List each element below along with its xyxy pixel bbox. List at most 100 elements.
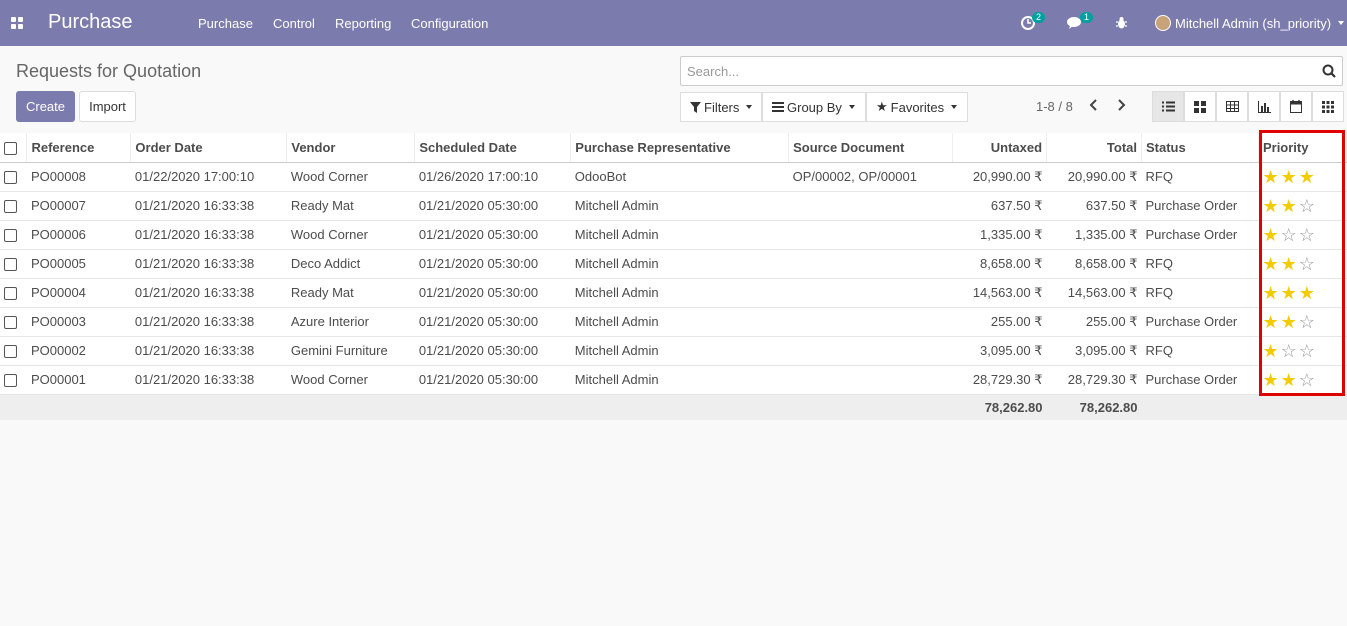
grid-view-button[interactable] (1312, 91, 1344, 122)
pivot-view-button[interactable] (1216, 91, 1248, 122)
column-source-document[interactable]: Source Document (788, 133, 954, 163)
messages-button[interactable]: 1 (1067, 12, 1097, 33)
menu-configuration[interactable]: Configuration (411, 16, 488, 31)
chevron-down-icon (951, 105, 958, 109)
priority-star-filled-icon[interactable]: ★ (1299, 167, 1315, 187)
chevron-right-icon[interactable] (1114, 97, 1128, 113)
table-row[interactable]: PO00006 01/21/2020 16:33:38 Wood Corner 01/… (0, 220, 1347, 250)
row-checkbox[interactable] (4, 316, 17, 330)
row-checkbox[interactable] (4, 345, 17, 359)
row-checkbox[interactable] (4, 229, 17, 243)
column-vendor[interactable]: Vendor (286, 133, 416, 163)
row-select-cell (0, 365, 27, 395)
priority-star-empty-icon[interactable]: ☆ (1299, 196, 1315, 216)
priority-star-filled-icon[interactable]: ★ (1281, 283, 1297, 303)
column-status[interactable]: Status (1141, 133, 1259, 163)
priority-star-filled-icon[interactable]: ★ (1281, 370, 1297, 390)
search-input[interactable] (681, 57, 1301, 85)
row-select-cell (0, 307, 27, 337)
priority-star-filled-icon[interactable]: ★ (1299, 283, 1315, 303)
activity-button[interactable]: 2 (1021, 12, 1051, 33)
row-checkbox[interactable] (4, 171, 17, 185)
cell-purchase-representative: Mitchell Admin (570, 336, 789, 366)
table-row[interactable]: PO00001 01/21/2020 16:33:38 Wood Corner 01/… (0, 365, 1347, 395)
bar-chart-icon (1257, 100, 1271, 113)
priority-star-filled-icon[interactable]: ★ (1262, 283, 1278, 303)
priority-star-filled-icon[interactable]: ★ (1262, 370, 1278, 390)
kanban-view-button[interactable] (1184, 91, 1216, 122)
column-purchase-representative[interactable]: Purchase Representative (570, 133, 790, 163)
row-checkbox[interactable] (4, 200, 17, 214)
row-checkbox[interactable] (4, 374, 17, 388)
column-scheduled-date[interactable]: Scheduled Date (414, 133, 572, 163)
priority-star-empty-icon[interactable]: ☆ (1299, 225, 1315, 245)
debug-button[interactable] (1115, 13, 1129, 33)
row-select-cell (0, 220, 27, 250)
menu-purchase[interactable]: Purchase (198, 16, 253, 31)
row-checkbox[interactable] (4, 258, 17, 272)
priority-star-empty-icon[interactable]: ☆ (1281, 225, 1297, 245)
filters-button[interactable]: Filters (680, 92, 762, 122)
cell-vendor: Deco Addict (286, 249, 415, 279)
app-title: Purchase (48, 11, 133, 33)
favorites-button[interactable]: ★ Favorites (866, 92, 968, 122)
favorites-label: Favorites (890, 99, 945, 115)
cell-untaxed: 8,658.00 ₹ (952, 249, 1047, 279)
cell-source-document (788, 336, 953, 366)
priority-star-empty-icon[interactable]: ☆ (1299, 341, 1315, 361)
column-priority[interactable]: Priority (1258, 133, 1347, 163)
calendar-view-button[interactable] (1280, 91, 1312, 122)
cell-priority: ★ ★ ☆ (1258, 365, 1347, 395)
priority-star-filled-icon[interactable]: ★ (1262, 341, 1278, 361)
graph-view-button[interactable] (1248, 91, 1280, 122)
column-order-date[interactable]: Order Date (130, 133, 288, 163)
cell-priority: ★ ★ ☆ (1258, 249, 1347, 279)
pager-value[interactable]: 1-8 / 8 (1036, 99, 1073, 114)
priority-star-filled-icon[interactable]: ★ (1262, 312, 1278, 332)
menu-control[interactable]: Control (273, 16, 315, 31)
table-row[interactable]: PO00005 01/21/2020 16:33:38 Deco Addict 01/… (0, 249, 1347, 279)
cell-source-document (788, 365, 953, 395)
priority-star-filled-icon[interactable]: ★ (1262, 254, 1278, 274)
table-row[interactable]: PO00003 01/21/2020 16:33:38 Azure Interior… (0, 307, 1347, 337)
menu-reporting[interactable]: Reporting (335, 16, 391, 31)
cell-scheduled-date: 01/21/2020 05:30:00 (414, 365, 571, 395)
column-reference[interactable]: Reference (26, 133, 132, 163)
priority-star-empty-icon[interactable]: ☆ (1299, 370, 1315, 390)
import-button[interactable]: Import (79, 91, 136, 122)
priority-star-empty-icon[interactable]: ☆ (1299, 312, 1315, 332)
list-view-button[interactable] (1152, 91, 1184, 122)
table-row[interactable]: PO00004 01/21/2020 16:33:38 Ready Mat 01/21… (0, 278, 1347, 308)
avatar[interactable] (1155, 15, 1171, 31)
row-checkbox[interactable] (4, 287, 17, 301)
table-row[interactable]: PO00002 01/21/2020 16:33:38 Gemini Furnitu… (0, 336, 1347, 366)
priority-star-filled-icon[interactable]: ★ (1281, 312, 1297, 332)
select-all-checkbox[interactable] (4, 141, 17, 155)
apps-menu-icon[interactable] (11, 17, 23, 29)
cell-order-date: 01/21/2020 16:33:38 (130, 307, 287, 337)
column-untaxed[interactable]: Untaxed (952, 133, 1048, 163)
table-row[interactable]: PO00008 01/22/2020 17:00:10 Wood Corner 01/… (0, 162, 1347, 192)
cell-purchase-representative: Mitchell Admin (570, 307, 789, 337)
cell-purchase-representative: OdooBot (570, 162, 789, 192)
table-row[interactable]: PO00007 01/21/2020 16:33:38 Ready Mat 01/21… (0, 191, 1347, 221)
priority-star-empty-icon[interactable]: ☆ (1281, 341, 1297, 361)
create-button[interactable]: Create (16, 91, 75, 122)
priority-star-empty-icon[interactable]: ☆ (1299, 254, 1315, 274)
cell-order-date: 01/21/2020 16:33:38 (130, 249, 287, 279)
priority-star-filled-icon[interactable]: ★ (1262, 196, 1278, 216)
cell-status: RFQ (1141, 249, 1259, 279)
row-select-cell (0, 336, 27, 366)
chevron-left-icon[interactable] (1087, 97, 1101, 113)
group-by-button[interactable]: Group By (762, 92, 866, 122)
priority-star-filled-icon[interactable]: ★ (1281, 167, 1297, 187)
priority-star-filled-icon[interactable]: ★ (1281, 254, 1297, 274)
cell-purchase-representative: Mitchell Admin (570, 191, 789, 221)
priority-star-filled-icon[interactable]: ★ (1281, 196, 1297, 216)
priority-star-filled-icon[interactable]: ★ (1262, 225, 1278, 245)
user-menu[interactable]: Mitchell Admin (sh_priority) (1175, 16, 1331, 31)
priority-star-filled-icon[interactable]: ★ (1262, 167, 1278, 187)
search-icon[interactable] (1322, 64, 1336, 78)
column-total[interactable]: Total (1046, 133, 1142, 163)
table-header-row: Reference Order Date Vendor Scheduled Da… (0, 133, 1347, 163)
